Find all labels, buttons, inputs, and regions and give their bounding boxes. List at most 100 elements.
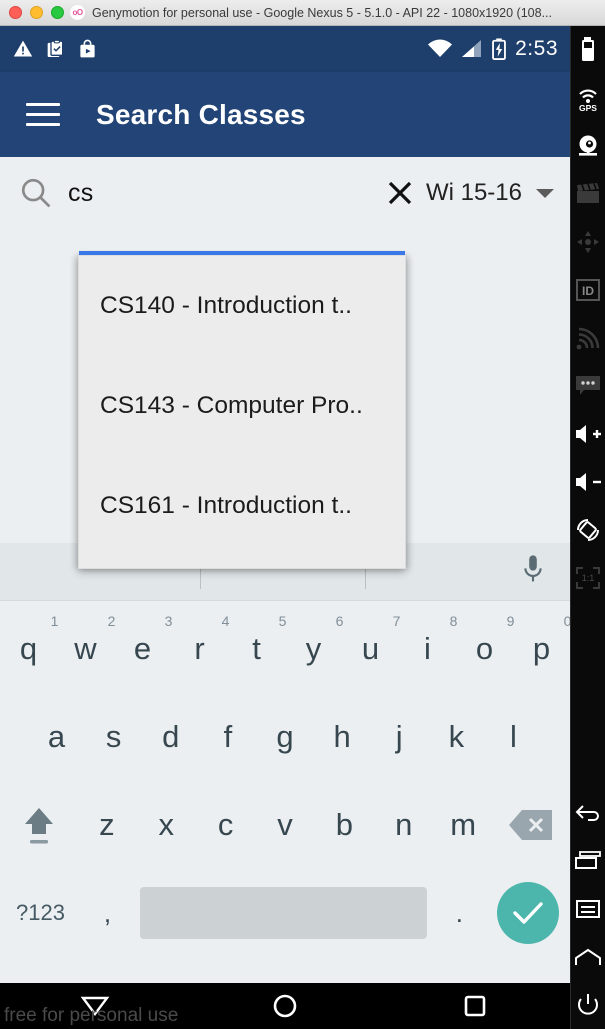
key-label: u bbox=[361, 631, 380, 666]
svg-text:1:1: 1:1 bbox=[582, 573, 595, 583]
status-bar-clock: 2:53 bbox=[515, 37, 558, 60]
key-k[interactable]: k bbox=[428, 693, 485, 781]
spacebar-key[interactable] bbox=[140, 887, 427, 939]
search-suggestions-dropdown: CS140 - Introduction t.. CS143 - Compute… bbox=[78, 251, 406, 569]
network-icon[interactable] bbox=[571, 314, 605, 362]
key-comma[interactable]: , bbox=[81, 869, 134, 957]
wifi-icon bbox=[428, 39, 453, 57]
key-w[interactable]: 2 w bbox=[57, 605, 115, 693]
key-n[interactable]: n bbox=[374, 781, 433, 869]
power-icon[interactable] bbox=[571, 981, 605, 1029]
key-y[interactable]: 6 y bbox=[285, 605, 344, 693]
key-l[interactable]: l bbox=[485, 693, 542, 781]
status-bar-notification-icons bbox=[12, 39, 97, 60]
keyboard-row-4: ?123 , . bbox=[0, 869, 570, 957]
symbols-key[interactable]: ?123 bbox=[0, 869, 81, 957]
hamburger-icon[interactable] bbox=[26, 103, 60, 126]
key-f[interactable]: f bbox=[199, 693, 256, 781]
list-item[interactable]: CS140 - Introduction t.. bbox=[79, 256, 405, 356]
key-r[interactable]: 4 r bbox=[171, 605, 229, 693]
window-title-bar: oO Genymotion for personal use - Google … bbox=[0, 0, 605, 26]
close-window-button[interactable] bbox=[9, 6, 22, 19]
key-x[interactable]: x bbox=[137, 781, 196, 869]
key-e[interactable]: 3 e bbox=[114, 605, 173, 693]
keyboard-hide-triangle-icon[interactable] bbox=[65, 995, 125, 1017]
key-z[interactable]: z bbox=[77, 781, 136, 869]
term-dropdown[interactable]: Wi 15-16 bbox=[426, 179, 554, 207]
svg-text:ID: ID bbox=[582, 284, 594, 298]
app-bar: Search Classes bbox=[0, 72, 570, 157]
key-label: o bbox=[475, 631, 494, 666]
status-bar-system-icons: 2:53 bbox=[427, 37, 558, 61]
webcam-icon[interactable] bbox=[571, 122, 605, 170]
microphone-icon[interactable] bbox=[520, 552, 546, 591]
minimize-window-button[interactable] bbox=[30, 6, 43, 19]
key-j[interactable]: j bbox=[371, 693, 428, 781]
shift-arrow-icon[interactable] bbox=[0, 800, 77, 850]
key-label: i bbox=[424, 631, 431, 666]
gps-icon[interactable]: GPS bbox=[571, 74, 605, 122]
key-i[interactable]: 8 i bbox=[399, 605, 457, 693]
hamburger-line bbox=[26, 123, 60, 126]
android-nav-bar: free for personal use bbox=[0, 983, 570, 1029]
screencast-icon[interactable] bbox=[571, 170, 605, 218]
magnifier-icon bbox=[16, 176, 56, 210]
key-m[interactable]: m bbox=[433, 781, 492, 869]
key-g[interactable]: g bbox=[256, 693, 313, 781]
menu-icon[interactable] bbox=[571, 885, 605, 933]
battery-icon[interactable] bbox=[571, 26, 605, 74]
keyboard-rows: 1 q 2 w 3 e 4 r 5 t 6 y 7 u 8 i 9 o 0 p … bbox=[0, 601, 570, 957]
hamburger-line bbox=[26, 103, 60, 106]
key-h[interactable]: h bbox=[314, 693, 371, 781]
keyboard-row-3: z x c v b n m bbox=[0, 781, 570, 869]
keyboard-row-2: a s d f g h j k l bbox=[0, 693, 570, 781]
zoom-window-button[interactable] bbox=[51, 6, 64, 19]
cell-signal-icon bbox=[462, 40, 482, 57]
check-icon bbox=[496, 882, 559, 944]
recents-square-icon[interactable] bbox=[445, 994, 505, 1018]
key-o[interactable]: 9 o bbox=[456, 605, 515, 693]
key-p[interactable]: 0 p bbox=[513, 605, 570, 693]
backspace-icon[interactable] bbox=[493, 808, 570, 842]
search-input[interactable]: cs bbox=[68, 166, 378, 220]
key-label: r bbox=[194, 631, 205, 666]
svg-text:GPS: GPS bbox=[579, 103, 597, 112]
key-label: q bbox=[19, 631, 38, 666]
genymotion-logo-text: oO bbox=[72, 8, 83, 17]
back-arrow-icon[interactable] bbox=[571, 789, 605, 837]
chevron-down-icon bbox=[536, 188, 554, 198]
rotate-icon[interactable] bbox=[571, 506, 605, 554]
id-icon[interactable]: ID bbox=[571, 266, 605, 314]
key-s[interactable]: s bbox=[85, 693, 142, 781]
key-label: p bbox=[532, 631, 551, 666]
home-icon[interactable] bbox=[571, 933, 605, 981]
list-item[interactable]: CS143 - Computer Pro.. bbox=[79, 356, 405, 456]
key-c[interactable]: c bbox=[196, 781, 255, 869]
close-x-icon[interactable] bbox=[378, 178, 422, 208]
scale-one-to-one-icon[interactable]: 1:1 bbox=[571, 554, 605, 602]
key-q[interactable]: 1 q bbox=[0, 605, 59, 693]
key-t[interactable]: 5 t bbox=[228, 605, 286, 693]
volume-up-icon[interactable] bbox=[571, 410, 605, 458]
sms-icon[interactable] bbox=[571, 362, 605, 410]
key-label: y bbox=[305, 631, 322, 666]
key-u[interactable]: 7 u bbox=[342, 605, 401, 693]
key-b[interactable]: b bbox=[315, 781, 374, 869]
key-a[interactable]: a bbox=[28, 693, 85, 781]
search-bar: cs Wi 15-16 bbox=[0, 157, 570, 229]
genymotion-logo-icon: oO bbox=[70, 5, 85, 20]
recents-icon[interactable] bbox=[571, 837, 605, 885]
key-label: w bbox=[74, 631, 97, 666]
key-v[interactable]: v bbox=[255, 781, 314, 869]
key-d[interactable]: d bbox=[142, 693, 199, 781]
on-screen-keyboard: 1 q 2 w 3 e 4 r 5 t 6 y 7 u 8 i 9 o 0 p … bbox=[0, 543, 570, 983]
battery-charging-icon bbox=[492, 38, 506, 60]
volume-down-icon[interactable] bbox=[571, 458, 605, 506]
dpad-icon[interactable] bbox=[571, 218, 605, 266]
home-circle-icon[interactable] bbox=[255, 993, 315, 1019]
key-period[interactable]: . bbox=[433, 869, 486, 957]
clipboard-check-icon bbox=[47, 39, 64, 57]
list-item[interactable]: CS161 - Introduction t.. bbox=[79, 456, 405, 556]
search-underline bbox=[79, 251, 405, 255]
enter-key[interactable] bbox=[486, 882, 570, 944]
